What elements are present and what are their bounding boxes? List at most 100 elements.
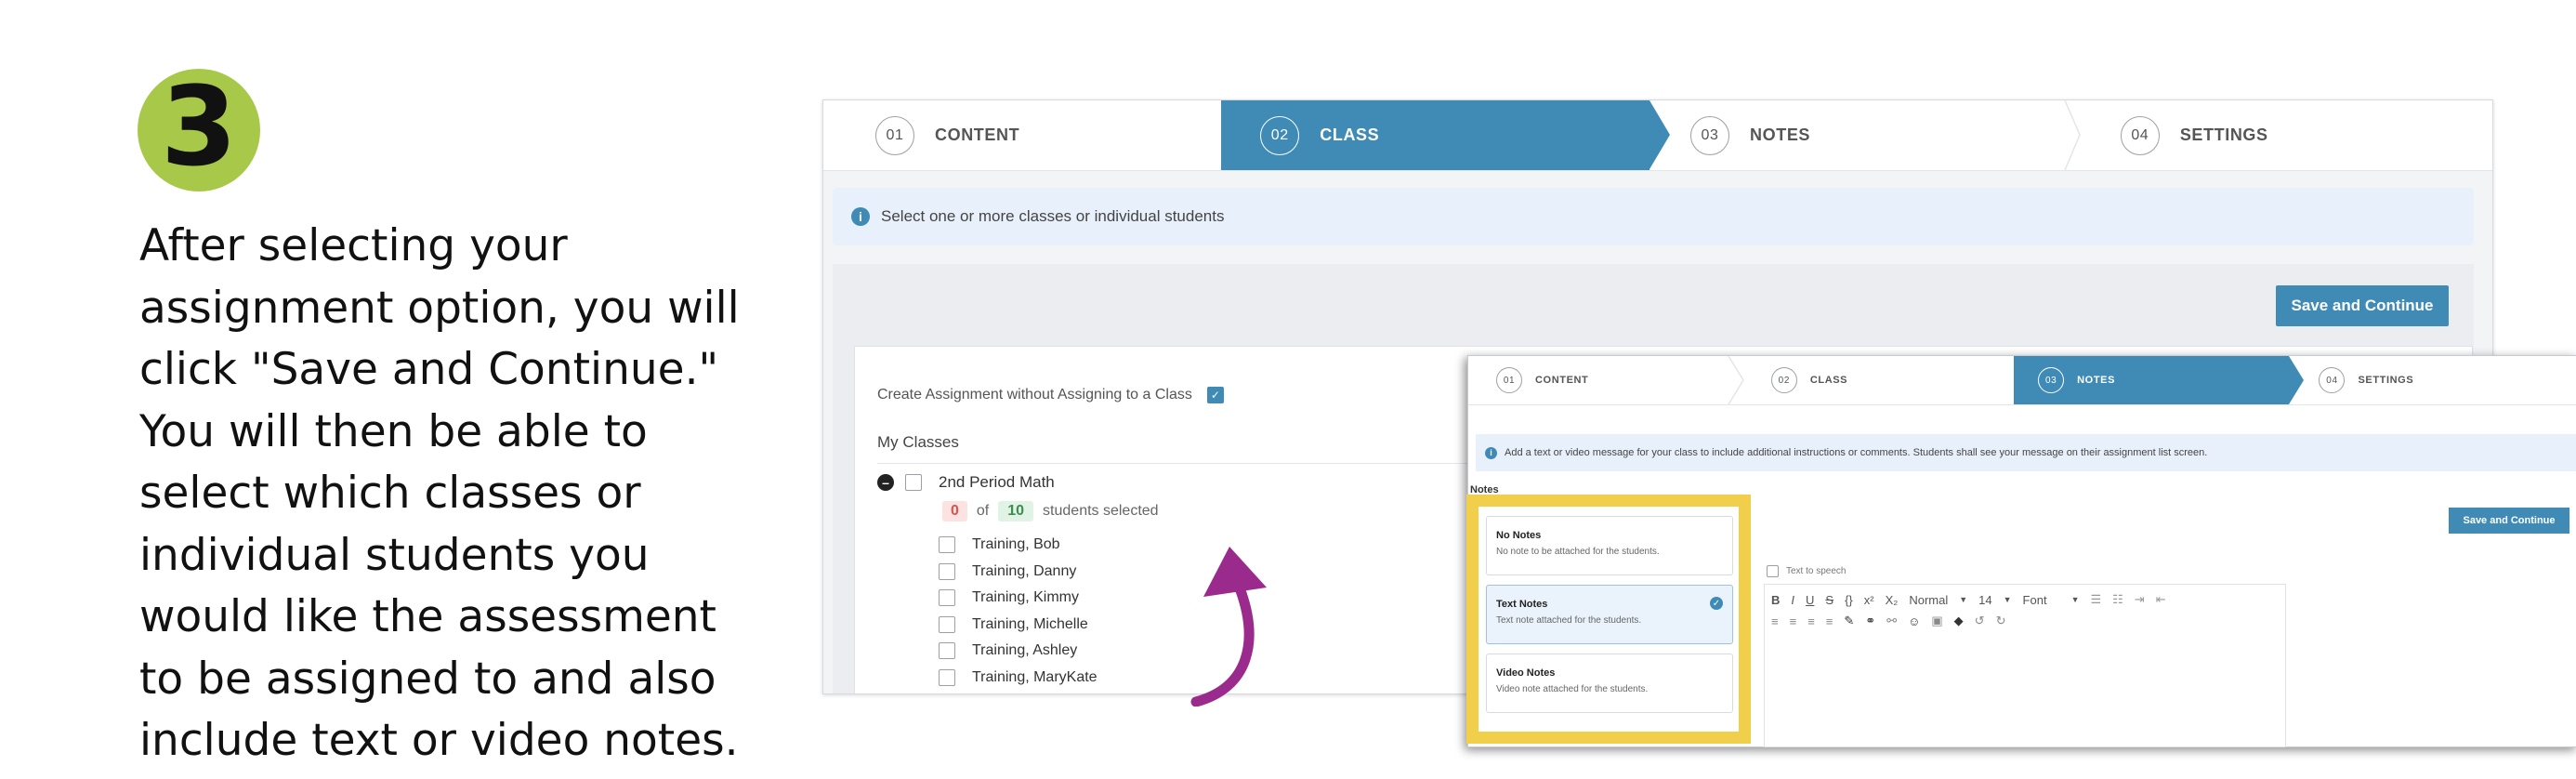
step-number-circle: 04 — [2319, 367, 2346, 393]
step-settings[interactable]: 04 SETTINGS — [2289, 356, 2576, 404]
option-title: Video Notes — [1496, 667, 1556, 679]
student-row[interactable]: Training, Kimmy — [939, 585, 1097, 612]
outdent-icon[interactable]: ⇤ — [2156, 592, 2166, 607]
no-notes-option[interactable]: No Notes No note to be attached for the … — [1486, 516, 1733, 575]
save-and-continue-button[interactable]: Save and Continue — [2276, 285, 2449, 326]
step-number-circle: 04 — [2120, 115, 2160, 155]
align-justify-icon[interactable]: ≡ — [1826, 614, 1833, 628]
student-checkbox[interactable] — [939, 615, 955, 633]
student-checkbox[interactable] — [939, 668, 955, 686]
video-notes-option[interactable]: Video Notes Video note attached for the … — [1486, 654, 1733, 713]
step-number-circle: 02 — [1260, 115, 1300, 155]
students-selected-label: students selected — [1043, 503, 1159, 519]
instructions-text: After selecting your assignment option, … — [139, 216, 771, 772]
editor-toolbar: B I U S {} x² X₂ Normal ▼ 14 ▼ Font ▼ ☰ … — [1771, 592, 2166, 607]
instruction-line: select which classes or — [139, 468, 641, 519]
step-label: CLASS — [1320, 125, 1380, 144]
create-without-class-label: Create Assignment without Assigning to a… — [877, 387, 1192, 403]
chevron-down-icon[interactable]: ▼ — [2004, 595, 2012, 604]
step-label: SETTINGS — [2358, 375, 2414, 386]
font-select[interactable]: Font — [2023, 593, 2047, 607]
step-label: CONTENT — [935, 125, 1020, 144]
curved-arrow-icon — [1190, 547, 1267, 706]
student-name: Training, Kimmy — [972, 589, 1079, 606]
undo-icon[interactable]: ↺ — [1975, 614, 1985, 628]
info-banner: i Add a text or video message for your c… — [1476, 434, 2576, 471]
student-row[interactable]: Training, MaryKate — [939, 665, 1097, 692]
step-number-circle: 03 — [1690, 115, 1730, 155]
option-title: No Notes — [1496, 530, 1542, 541]
student-row[interactable]: Training, Michelle — [939, 612, 1097, 639]
info-text: Select one or more classes or individual… — [881, 207, 1225, 225]
instruction-line: You will then be able to — [139, 405, 648, 457]
chevron-down-icon[interactable]: ▼ — [2071, 595, 2080, 604]
student-row[interactable]: Training, Bob — [939, 532, 1097, 559]
create-without-class-checkbox[interactable]: ✓ — [1206, 387, 1224, 403]
italic-button[interactable]: I — [1791, 593, 1794, 607]
check-circle-icon: ✓ — [1710, 597, 1723, 610]
save-and-continue-button[interactable]: Save and Continue — [2449, 508, 2569, 534]
bold-button[interactable]: B — [1771, 593, 1780, 607]
student-checkbox[interactable] — [939, 589, 955, 607]
step-settings[interactable]: 04 SETTINGS — [2080, 100, 2492, 170]
student-checkbox[interactable] — [939, 562, 955, 580]
note-options-highlight: No Notes No note to be attached for the … — [1466, 495, 1751, 744]
chevron-down-icon[interactable]: ▼ — [1959, 595, 1967, 604]
step-separator-chevron — [2064, 100, 2081, 170]
align-right-icon[interactable]: ≡ — [1807, 614, 1815, 628]
indent-icon[interactable]: ⇥ — [2135, 592, 2145, 607]
text-to-speech-checkbox[interactable] — [1767, 565, 1779, 577]
selected-count-badge: 0 — [942, 501, 967, 522]
student-checkbox[interactable] — [939, 642, 955, 660]
superscript-button[interactable]: x² — [1864, 593, 1874, 607]
instruction-line: to be assigned to and also — [139, 653, 716, 705]
style-select[interactable]: Normal — [1909, 593, 1948, 607]
image-icon[interactable]: ▣ — [1931, 614, 1942, 628]
step-label: NOTES — [2077, 375, 2116, 386]
class-checkbox[interactable] — [905, 474, 922, 491]
student-row[interactable]: Training, Ashley — [939, 638, 1097, 665]
step-class[interactable]: 02 CLASS — [1221, 100, 1670, 170]
instruction-line: include text or video notes. — [139, 715, 739, 766]
numbered-list-icon[interactable]: ☷ — [2112, 592, 2123, 607]
collapse-icon[interactable]: – — [877, 474, 894, 491]
editor-toolbar-row-2: ≡ ≡ ≡ ≡ ✎ ⚭ ⚯ ☺ ▣ ◆ ↺ ↻ — [1771, 614, 2005, 628]
redo-icon[interactable]: ↻ — [1996, 614, 2006, 628]
code-button[interactable]: {} — [1845, 593, 1853, 607]
eraser-icon[interactable]: ◆ — [1954, 614, 1964, 628]
step-notes[interactable]: 03 NOTES — [1649, 100, 2081, 170]
step-label: NOTES — [1750, 125, 1811, 144]
align-center-icon[interactable]: ≡ — [1790, 614, 1797, 628]
step-separator-chevron — [1728, 356, 1744, 404]
step-class[interactable]: 02 CLASS — [1743, 356, 2014, 404]
step-number: 3 — [160, 62, 238, 191]
size-select[interactable]: 14 — [1978, 593, 1991, 607]
align-left-icon[interactable]: ≡ — [1771, 614, 1779, 628]
student-name: Training, Ashley — [972, 642, 1078, 659]
my-classes-label: My Classes — [877, 433, 959, 451]
step-content[interactable]: 01 CONTENT — [1468, 356, 1744, 404]
link-icon[interactable]: ⚭ — [1865, 614, 1875, 628]
student-row[interactable]: Training, Danny — [939, 559, 1097, 586]
instruction-line: assignment option, you will — [139, 282, 740, 334]
underline-button[interactable]: U — [1806, 593, 1814, 607]
step-number-circle: 01 — [1496, 367, 1522, 393]
text-to-speech-label: Text to speech — [1786, 566, 1847, 576]
bullet-list-icon[interactable]: ☰ — [2090, 592, 2101, 607]
option-title: Text Notes — [1496, 599, 1548, 610]
info-icon: i — [851, 207, 870, 226]
student-name: Training, Danny — [972, 562, 1077, 579]
wizard-stepper: 01 CONTENT 02 CLASS 03 NOTES 04 SETTINGS — [1468, 356, 2576, 405]
subscript-button[interactable]: X₂ — [1886, 593, 1899, 607]
step-number-circle: 03 — [2038, 367, 2065, 393]
step-content[interactable]: 01 CONTENT — [823, 100, 1221, 170]
strike-button[interactable]: S — [1825, 593, 1833, 607]
step-label: CLASS — [1809, 375, 1848, 386]
text-editor[interactable] — [1764, 584, 2286, 747]
unlink-icon[interactable]: ⚯ — [1886, 614, 1897, 628]
text-notes-option[interactable]: Text Notes Text note attached for the st… — [1486, 585, 1733, 644]
emoji-icon[interactable]: ☺ — [1908, 614, 1920, 628]
pen-icon[interactable]: ✎ — [1844, 614, 1854, 628]
student-checkbox[interactable] — [939, 536, 955, 554]
step-notes[interactable]: 03 NOTES — [2014, 356, 2305, 404]
